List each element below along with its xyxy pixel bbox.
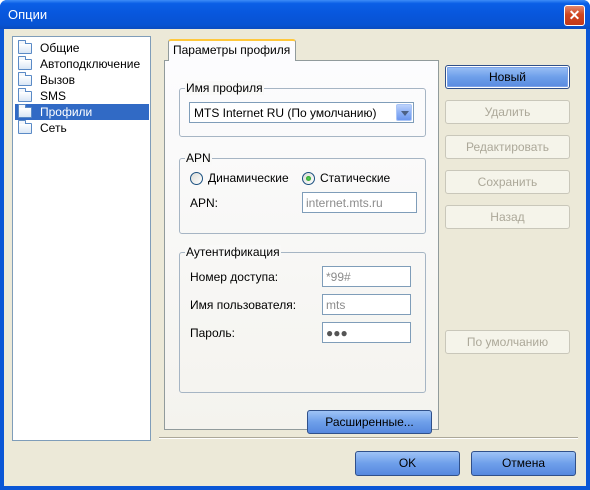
radio-static-label[interactable]: Статические [320, 171, 390, 185]
group-title: APN [185, 151, 212, 165]
tree-item-call[interactable]: Вызов [15, 71, 149, 88]
tree-item-general[interactable]: Общие [15, 39, 149, 56]
tree-item-label: Профили [39, 105, 94, 119]
radio-dynamic-label[interactable]: Динамические [208, 171, 289, 185]
window-title: Опции [8, 7, 48, 22]
ok-button[interactable]: OK [355, 451, 460, 476]
tree-item-profiles[interactable]: Профили [15, 103, 149, 120]
profile-settings-panel: Имя профиля MTS Internet RU (По умолчани… [164, 60, 439, 434]
apn-group: APN Динамические Статические APN: intern… [179, 151, 426, 234]
tree-item-label: SMS [40, 89, 67, 103]
tab-profile-settings[interactable]: Параметры профиля [168, 39, 296, 61]
folder-icon [18, 39, 32, 54]
username-input[interactable]: mts [322, 294, 411, 315]
new-button[interactable]: Новый [445, 65, 570, 89]
back-button[interactable]: Назад [445, 205, 570, 229]
folder-icon [18, 71, 32, 86]
tree-item-network[interactable]: Сеть [15, 119, 149, 136]
save-button[interactable]: Сохранить [445, 170, 570, 194]
tree-item-label: Сеть [40, 121, 67, 135]
options-tree[interactable]: Общие Автоподключение Вызов SMS Профили … [12, 36, 151, 441]
apn-input[interactable]: internet.mts.ru [302, 192, 417, 213]
profile-select-value: MTS Internet RU (По умолчанию) [194, 106, 377, 120]
close-icon: ✕ [568, 7, 581, 23]
apn-label: APN: [190, 196, 219, 210]
password-label: Пароль: [190, 326, 235, 340]
tree-item-sms[interactable]: SMS [15, 87, 149, 104]
folder-icon [18, 55, 32, 70]
options-window: Опции ✕ Общие Автоподключение Вызов SMS [0, 0, 590, 490]
access-number-input[interactable]: *99# [322, 266, 411, 287]
folder-icon [18, 87, 32, 102]
tree-item-autoconnect[interactable]: Автоподключение [15, 55, 149, 72]
profile-select[interactable]: MTS Internet RU (По умолчанию) [189, 102, 414, 123]
delete-button[interactable]: Удалить [445, 100, 570, 124]
folder-icon [18, 103, 32, 118]
radio-static[interactable] [302, 172, 315, 185]
close-button[interactable]: ✕ [564, 5, 585, 26]
auth-group: Аутентификация Номер доступа: *99# Имя п… [179, 245, 426, 393]
username-label: Имя пользователя: [190, 298, 297, 312]
folder-icon [18, 119, 32, 134]
advanced-button[interactable]: Расширенные... [307, 410, 432, 434]
edit-button[interactable]: Редактировать [445, 135, 570, 159]
default-button[interactable]: По умолчанию [445, 330, 570, 354]
divider [159, 437, 578, 439]
password-input[interactable]: ●●● [322, 322, 411, 343]
chevron-down-icon[interactable] [396, 104, 412, 121]
group-title: Аутентификация [185, 245, 281, 259]
tree-item-label: Автоподключение [40, 57, 141, 71]
cancel-button[interactable]: Отмена [471, 451, 576, 476]
title-bar[interactable]: Опции ✕ [0, 0, 590, 29]
access-number-label: Номер доступа: [190, 270, 279, 284]
tree-item-label: Общие [40, 41, 80, 55]
dialog-client-area: Общие Автоподключение Вызов SMS Профили … [4, 29, 586, 486]
profile-name-group: Имя профиля MTS Internet RU (По умолчани… [179, 81, 426, 137]
tree-item-label: Вызов [40, 73, 76, 87]
group-title: Имя профиля [185, 81, 264, 95]
radio-dynamic[interactable] [190, 172, 203, 185]
